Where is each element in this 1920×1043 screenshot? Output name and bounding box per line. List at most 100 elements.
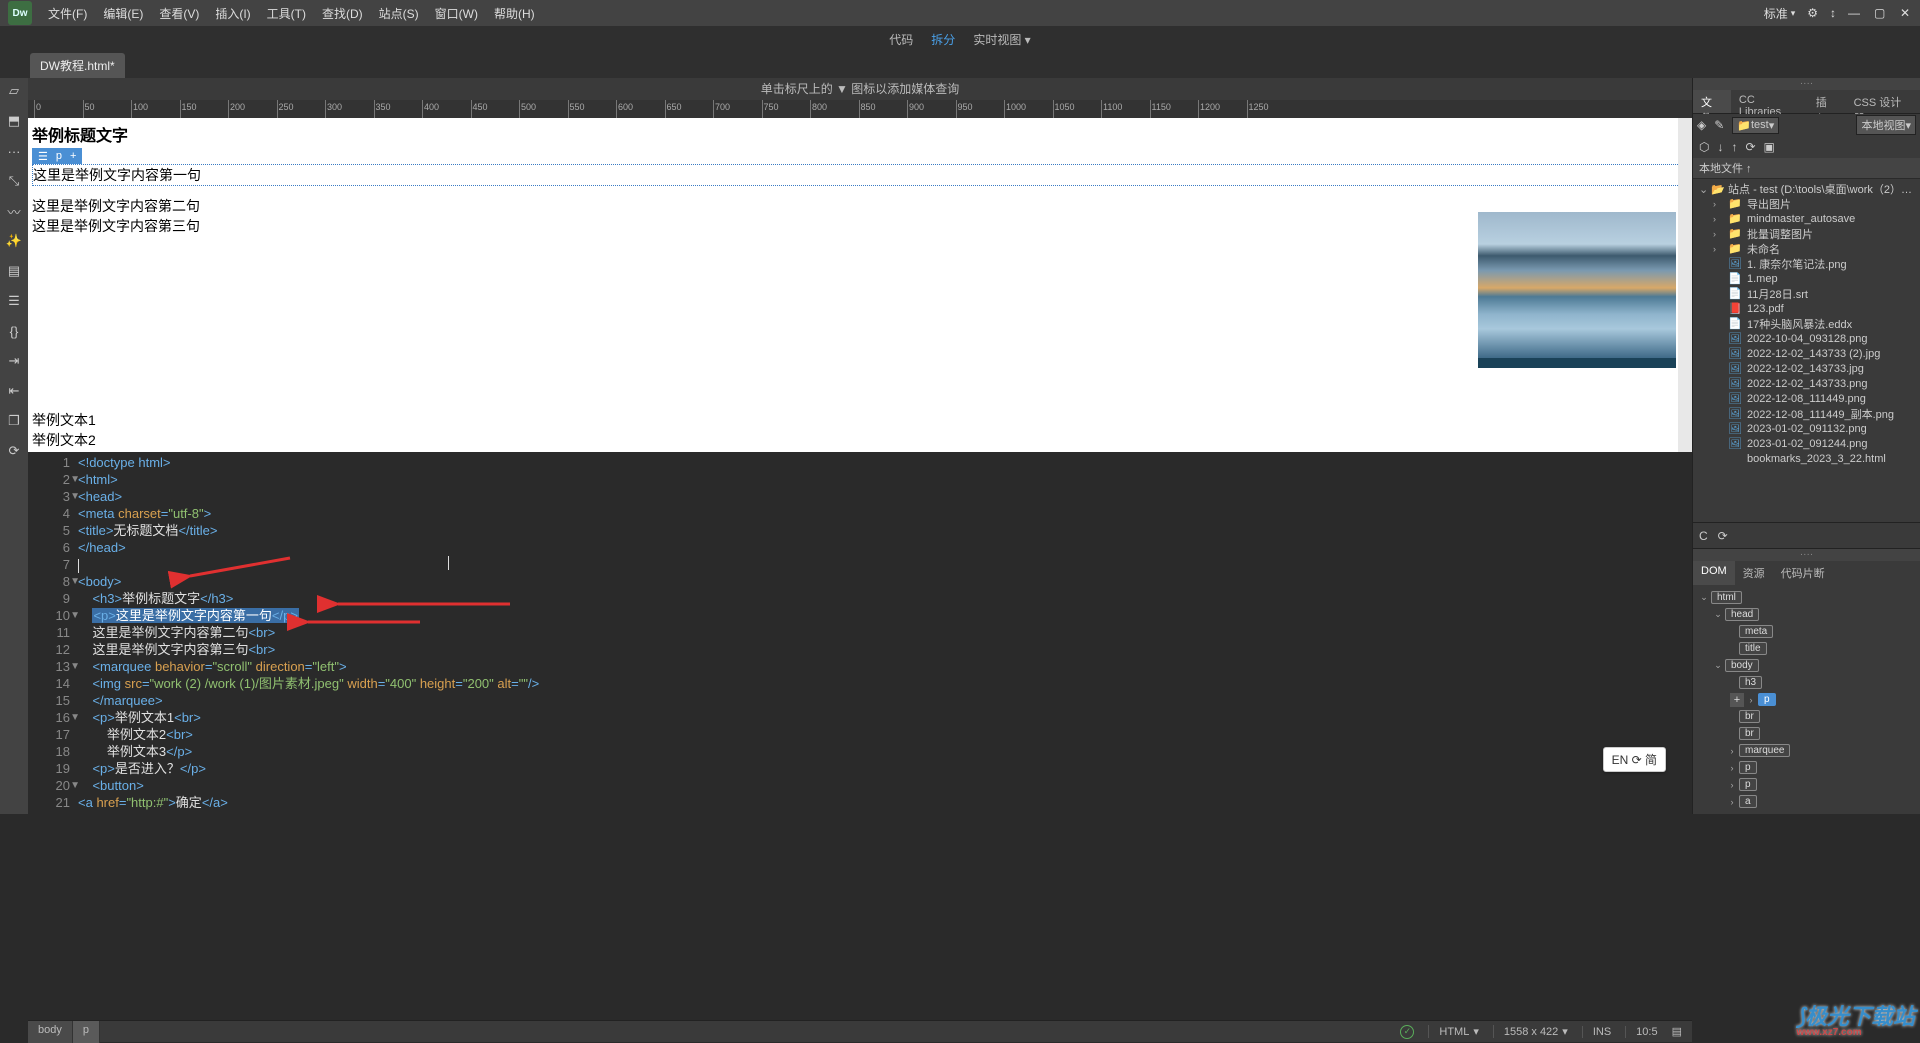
sync-icon[interactable]: ↕ xyxy=(1824,0,1842,26)
language-selector[interactable]: HTML ▾ xyxy=(1428,1025,1478,1038)
site-root-row[interactable]: ⌄ 📂 站点 - test (D:\tools\桌面\work（2）\work … xyxy=(1693,178,1920,196)
tool-cloud-icon[interactable]: ❐ xyxy=(5,412,23,430)
file-tree-item[interactable]: bookmarks_2023_3_22.html xyxy=(1693,451,1920,466)
panel-drag-handle[interactable]: ···· xyxy=(1693,78,1920,90)
view-split[interactable]: 拆分 xyxy=(931,31,955,48)
dom-node[interactable]: ›a xyxy=(1693,793,1920,810)
link-icon[interactable]: C xyxy=(1699,529,1708,543)
design-view[interactable]: 举例标题文字 ☰ p + 这里是举例文字内容第一句 这里是举例文字内容第二句 这… xyxy=(28,118,1692,452)
refresh-icon[interactable]: ⟳ xyxy=(1718,529,1728,543)
dom-node[interactable]: br xyxy=(1693,708,1920,725)
tool-expand-icon[interactable]: ⤡ xyxy=(5,172,23,190)
settings-icon[interactable]: ⚙ xyxy=(1801,0,1824,26)
file-tree-item[interactable]: 🖼2023-01-02_091244.png xyxy=(1693,436,1920,451)
tool-split-icon[interactable]: ⬒ xyxy=(5,112,23,130)
breadcrumb-p[interactable]: p xyxy=(73,1021,100,1043)
dom-node[interactable]: meta xyxy=(1693,623,1920,640)
tool-box-icon[interactable]: ▱ xyxy=(5,82,23,100)
file-tree-item[interactable]: 📄11月28日.srt xyxy=(1693,286,1920,301)
file-tree-item[interactable]: ›📁mindmaster_autosave xyxy=(1693,211,1920,226)
file-tree-item[interactable]: 🖼2022-10-04_093128.png xyxy=(1693,331,1920,346)
tab-files[interactable]: 文件 xyxy=(1693,90,1731,113)
view-live[interactable]: 实时视图 ▾ xyxy=(973,31,1030,48)
file-tree[interactable]: ›📁导出图片›📁mindmaster_autosave›📁批量调整图片›📁未命名… xyxy=(1693,196,1920,522)
tool-indent-icon[interactable]: ⇥ xyxy=(5,352,23,370)
menu-6[interactable]: 站点(S) xyxy=(371,0,427,26)
tool-refresh-icon[interactable]: ⟳ xyxy=(5,442,23,460)
site-selector[interactable]: 📁 test ▾ xyxy=(1732,117,1779,134)
file-tree-item[interactable]: 🖼2022-12-02_143733 (2).jpg xyxy=(1693,346,1920,361)
preview-p1[interactable]: 这里是举例文字内容第一句 xyxy=(32,164,1688,186)
file-tree-item[interactable]: 🖼2022-12-08_111449_副本.png xyxy=(1693,406,1920,421)
dom-node[interactable]: title xyxy=(1693,640,1920,657)
menu-7[interactable]: 窗口(W) xyxy=(427,0,486,26)
element-selector-badge[interactable]: ☰ p + xyxy=(32,148,82,164)
close-button[interactable]: ✕ xyxy=(1894,0,1920,26)
file-tree-item[interactable]: ›📁导出图片 xyxy=(1693,196,1920,211)
code-view[interactable]: 1▼2▼34567▼89▼101112▼131415▼16171819▼2021… xyxy=(28,452,1692,814)
file-tree-item[interactable]: 🖼2022-12-02_143733.png xyxy=(1693,376,1920,391)
menu-1[interactable]: 编辑(E) xyxy=(95,0,151,26)
menu-2[interactable]: 查看(V) xyxy=(151,0,207,26)
tab-cc-libraries[interactable]: CC Libraries xyxy=(1731,90,1808,113)
ftp-connect-icon[interactable]: ⬡ xyxy=(1699,140,1709,154)
dom-node[interactable]: ⌄html xyxy=(1693,589,1920,606)
expand-icon[interactable]: ▣ xyxy=(1764,140,1775,154)
file-tree-item[interactable]: 🖼1. 康奈尔笔记法.png xyxy=(1693,256,1920,271)
maximize-button[interactable]: ▢ xyxy=(1868,0,1894,26)
tab-assets[interactable]: 资源 xyxy=(1735,561,1773,585)
tab-snippets[interactable]: 代码片断 xyxy=(1773,561,1833,585)
breadcrumb-body[interactable]: body xyxy=(28,1021,73,1043)
status-ok-icon[interactable]: ✓ xyxy=(1400,1025,1414,1039)
menu-0[interactable]: 文件(F) xyxy=(40,0,95,26)
tool-brush-icon[interactable]: 〰 xyxy=(5,202,23,220)
overflow-icon[interactable]: ▤ xyxy=(1672,1025,1682,1038)
tool-list-icon[interactable]: ☰ xyxy=(5,292,23,310)
dom-node[interactable]: ⌄body xyxy=(1693,657,1920,674)
menu-8[interactable]: 帮助(H) xyxy=(486,0,543,26)
tool-ruler-icon[interactable]: ··· xyxy=(5,142,23,160)
dom-tree[interactable]: ⌄html⌄headmetatitle⌄bodyh3+›pbrbr›marque… xyxy=(1693,585,1920,814)
dom-node[interactable]: +›p xyxy=(1693,691,1920,708)
dom-node[interactable]: ›p xyxy=(1693,776,1920,793)
tool-outdent-icon[interactable]: ⇤ xyxy=(5,382,23,400)
view-code[interactable]: 代码 xyxy=(889,31,913,48)
define-site-icon[interactable]: ✎ xyxy=(1714,118,1724,132)
panel-drag-handle[interactable]: ···· xyxy=(1693,549,1920,561)
get-icon[interactable]: ↓ xyxy=(1717,140,1723,154)
dom-node[interactable]: ›p xyxy=(1693,759,1920,776)
dom-node[interactable]: br xyxy=(1693,725,1920,742)
menu-5[interactable]: 查找(D) xyxy=(314,0,371,26)
file-tree-item[interactable]: 🖼2022-12-08_111449.png xyxy=(1693,391,1920,406)
dom-add-icon[interactable]: + xyxy=(1730,693,1744,707)
dom-node[interactable]: ⌄head xyxy=(1693,606,1920,623)
layout-preset[interactable]: 标准▾ xyxy=(1758,0,1802,26)
file-tree-item[interactable]: 📄1.mep xyxy=(1693,271,1920,286)
viewport-dimensions[interactable]: 1558 x 422 ▾ xyxy=(1493,1025,1568,1038)
sync-icon[interactable]: ⟳ xyxy=(1745,140,1755,154)
minimize-button[interactable]: — xyxy=(1842,0,1868,26)
tab-css-designer[interactable]: CSS 设计器 xyxy=(1846,90,1920,113)
file-tree-item[interactable]: 🖼2023-01-02_091132.png xyxy=(1693,421,1920,436)
file-tree-item[interactable]: ›📁未命名 xyxy=(1693,241,1920,256)
file-tree-item[interactable]: 📕123.pdf xyxy=(1693,301,1920,316)
file-tree-item[interactable]: 📄17种头脑风暴法.eddx xyxy=(1693,316,1920,331)
code-lines[interactable]: <!doctype html><html><head><meta charset… xyxy=(78,452,1692,814)
plus-icon[interactable]: + xyxy=(68,150,78,162)
file-tree-item[interactable]: 🖼2022-12-02_143733.jpg xyxy=(1693,361,1920,376)
tool-braces-icon[interactable]: {} xyxy=(5,322,23,340)
put-icon[interactable]: ↑ xyxy=(1731,140,1737,154)
local-files-header[interactable]: 本地文件 ↑ xyxy=(1693,158,1920,178)
view-mode-selector[interactable]: 本地视图 ▾ xyxy=(1856,115,1916,135)
menu-4[interactable]: 工具(T) xyxy=(259,0,314,26)
tab-dom[interactable]: DOM xyxy=(1693,561,1735,585)
tab-insert[interactable]: 插入 xyxy=(1808,90,1846,113)
pointer-icon[interactable]: ◈ xyxy=(1697,118,1706,132)
file-tree-item[interactable]: ›📁批量调整图片 xyxy=(1693,226,1920,241)
scrollbar[interactable] xyxy=(1678,118,1692,452)
ruler[interactable]: 0501001502002503003504004505005506006507… xyxy=(28,100,1692,118)
dom-node[interactable]: h3 xyxy=(1693,674,1920,691)
dom-node[interactable]: ›marquee xyxy=(1693,742,1920,759)
tool-panel-icon[interactable]: ▤ xyxy=(5,262,23,280)
tool-wand-icon[interactable]: ✨ xyxy=(5,232,23,250)
